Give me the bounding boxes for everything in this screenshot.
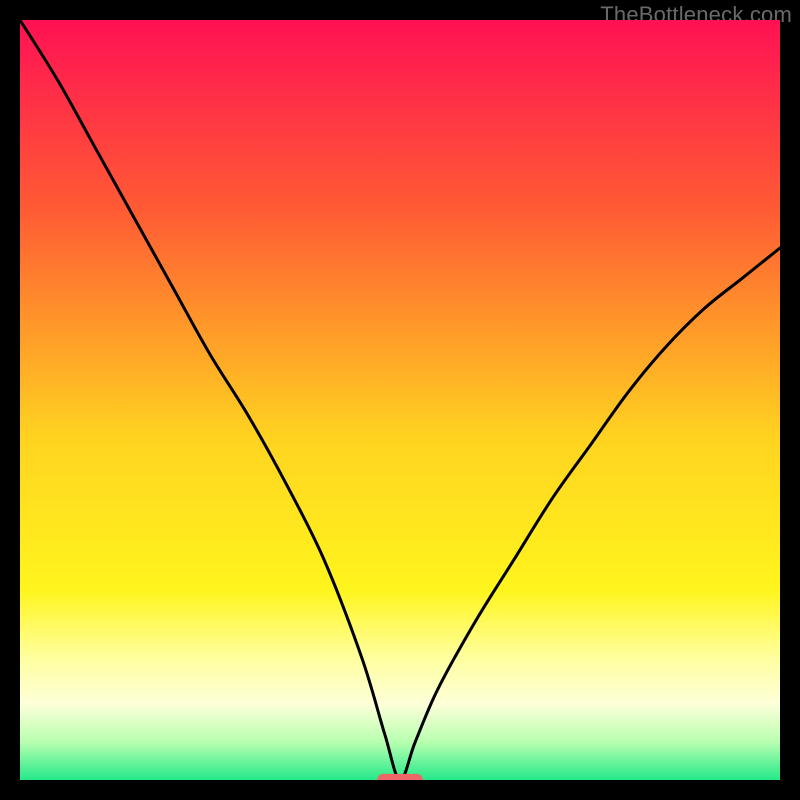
plot-area [20, 20, 780, 780]
chart-container: TheBottleneck.com [0, 0, 800, 800]
minimum-marker [377, 774, 423, 780]
plot-background [20, 20, 780, 780]
